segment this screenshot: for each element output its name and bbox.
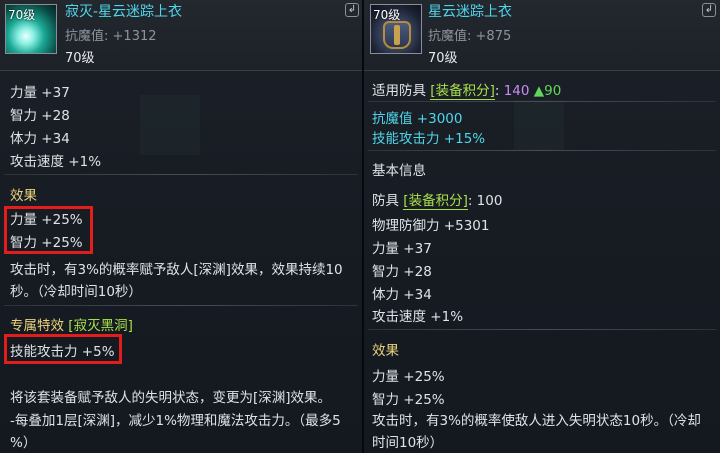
special-effect-tag: [寂灭黑洞] xyxy=(68,318,133,334)
divider xyxy=(4,174,358,175)
highlight-box xyxy=(4,206,93,254)
basic-info-header: 基本信息 xyxy=(372,163,426,179)
effect-header: 效果 xyxy=(10,188,37,204)
item-icon-right[interactable]: 70级 xyxy=(370,4,422,54)
divider xyxy=(368,150,716,151)
item-title-left: 寂灭-星云迷踪上衣 xyxy=(65,4,183,20)
stat-attack-speed: 攻击速度 +1% xyxy=(372,309,464,325)
special-description-line: -每叠加1层[深渊]，减少1%物理和魔法攻击力。（最多5 xyxy=(10,413,341,429)
special-description-line: %） xyxy=(10,435,37,451)
compare-toggle-icon[interactable]: ↲ xyxy=(345,3,359,17)
stat-strength: 力量 +37 xyxy=(372,241,432,257)
effect-description-line: 攻击时，有3%的概率使敌人进入失明状态10秒。（冷却 xyxy=(372,413,701,429)
armor-icon xyxy=(383,21,411,49)
item-icon-left[interactable]: 70级 xyxy=(5,4,57,54)
applicable-armor-label: 适用防具 xyxy=(372,83,426,99)
background-decoration xyxy=(140,95,200,155)
effect-description-line: 攻击时，有3%的概率赋予敌人[深渊]效果，效果持续10 xyxy=(10,262,343,278)
divider xyxy=(4,305,358,306)
divider xyxy=(368,101,716,102)
item-level-right: 70级 xyxy=(428,51,458,66)
effect-description-line: 秒。（冷却时间10秒） xyxy=(10,284,142,300)
background-decoration xyxy=(514,100,564,150)
magic-resist-value: +875 xyxy=(475,29,512,44)
stat-strength: 力量 +37 xyxy=(10,85,70,101)
special-description-line: 将该套装备赋予敌人的失明状态，变更为[深渊]效果。 xyxy=(10,390,332,406)
magic-resist-bonus: 抗魔值 +3000 xyxy=(372,111,463,127)
item-icon-level: 70级 xyxy=(373,8,401,22)
equipment-score-value: 140 xyxy=(503,83,530,99)
divider xyxy=(368,329,716,330)
item-compare-view: 70级 寂灭-星云迷踪上衣 抗魔值: +1312 70级 ↲ 力量 +37 智力… xyxy=(0,0,720,453)
stat-vitality: 体力 +34 xyxy=(372,287,432,303)
armor-score-value: : 100 xyxy=(467,193,503,209)
effect-strength: 力量 +25% xyxy=(372,369,445,385)
item-title-right: 星云迷踪上衣 xyxy=(428,4,512,20)
equipment-score-tag: [装备积分] xyxy=(430,83,495,100)
stat-attack-speed: 攻击速度 +1% xyxy=(10,154,102,170)
item-header-left: 70级 寂灭-星云迷踪上衣 抗魔值: +1312 70级 ↲ xyxy=(0,0,362,71)
stat-physical-defense: 物理防御力 +5301 xyxy=(372,218,490,234)
compare-toggle-icon[interactable]: ↲ xyxy=(702,3,716,17)
skill-attack-bonus: 技能攻击力 +15% xyxy=(372,131,486,147)
item-tooltip-left: 70级 寂灭-星云迷踪上衣 抗魔值: +1312 70级 ↲ 力量 +37 智力… xyxy=(0,0,362,453)
stat-intelligence: 智力 +28 xyxy=(10,108,70,124)
highlight-box xyxy=(4,334,122,364)
magic-resist-label: 抗魔值: xyxy=(65,29,109,44)
magic-resist-label: 抗魔值: xyxy=(428,29,472,44)
armor-label: 防具 xyxy=(372,193,399,209)
magic-resist-value: +1312 xyxy=(112,29,157,44)
effect-header: 效果 xyxy=(372,343,399,359)
item-level-left: 70级 xyxy=(65,51,95,66)
effect-description-line: 时间10秒） xyxy=(372,435,444,451)
effect-intelligence: 智力 +25% xyxy=(372,392,445,408)
colon: : xyxy=(494,83,500,99)
item-header-right: 70级 星云迷踪上衣 抗魔值: +875 70级 ↲ xyxy=(364,0,720,71)
score-increase: ▲90 xyxy=(533,83,562,99)
stat-intelligence: 智力 +28 xyxy=(372,264,432,280)
armor-score-tag: [装备积分] xyxy=(403,193,468,210)
special-effect-header: 专属特效 xyxy=(10,318,64,334)
stat-vitality: 体力 +34 xyxy=(10,131,70,147)
item-icon-level: 70级 xyxy=(8,8,36,22)
item-tooltip-right: 70级 星云迷踪上衣 抗魔值: +875 70级 ↲ 适用防具 [装备积分]: … xyxy=(364,0,720,453)
